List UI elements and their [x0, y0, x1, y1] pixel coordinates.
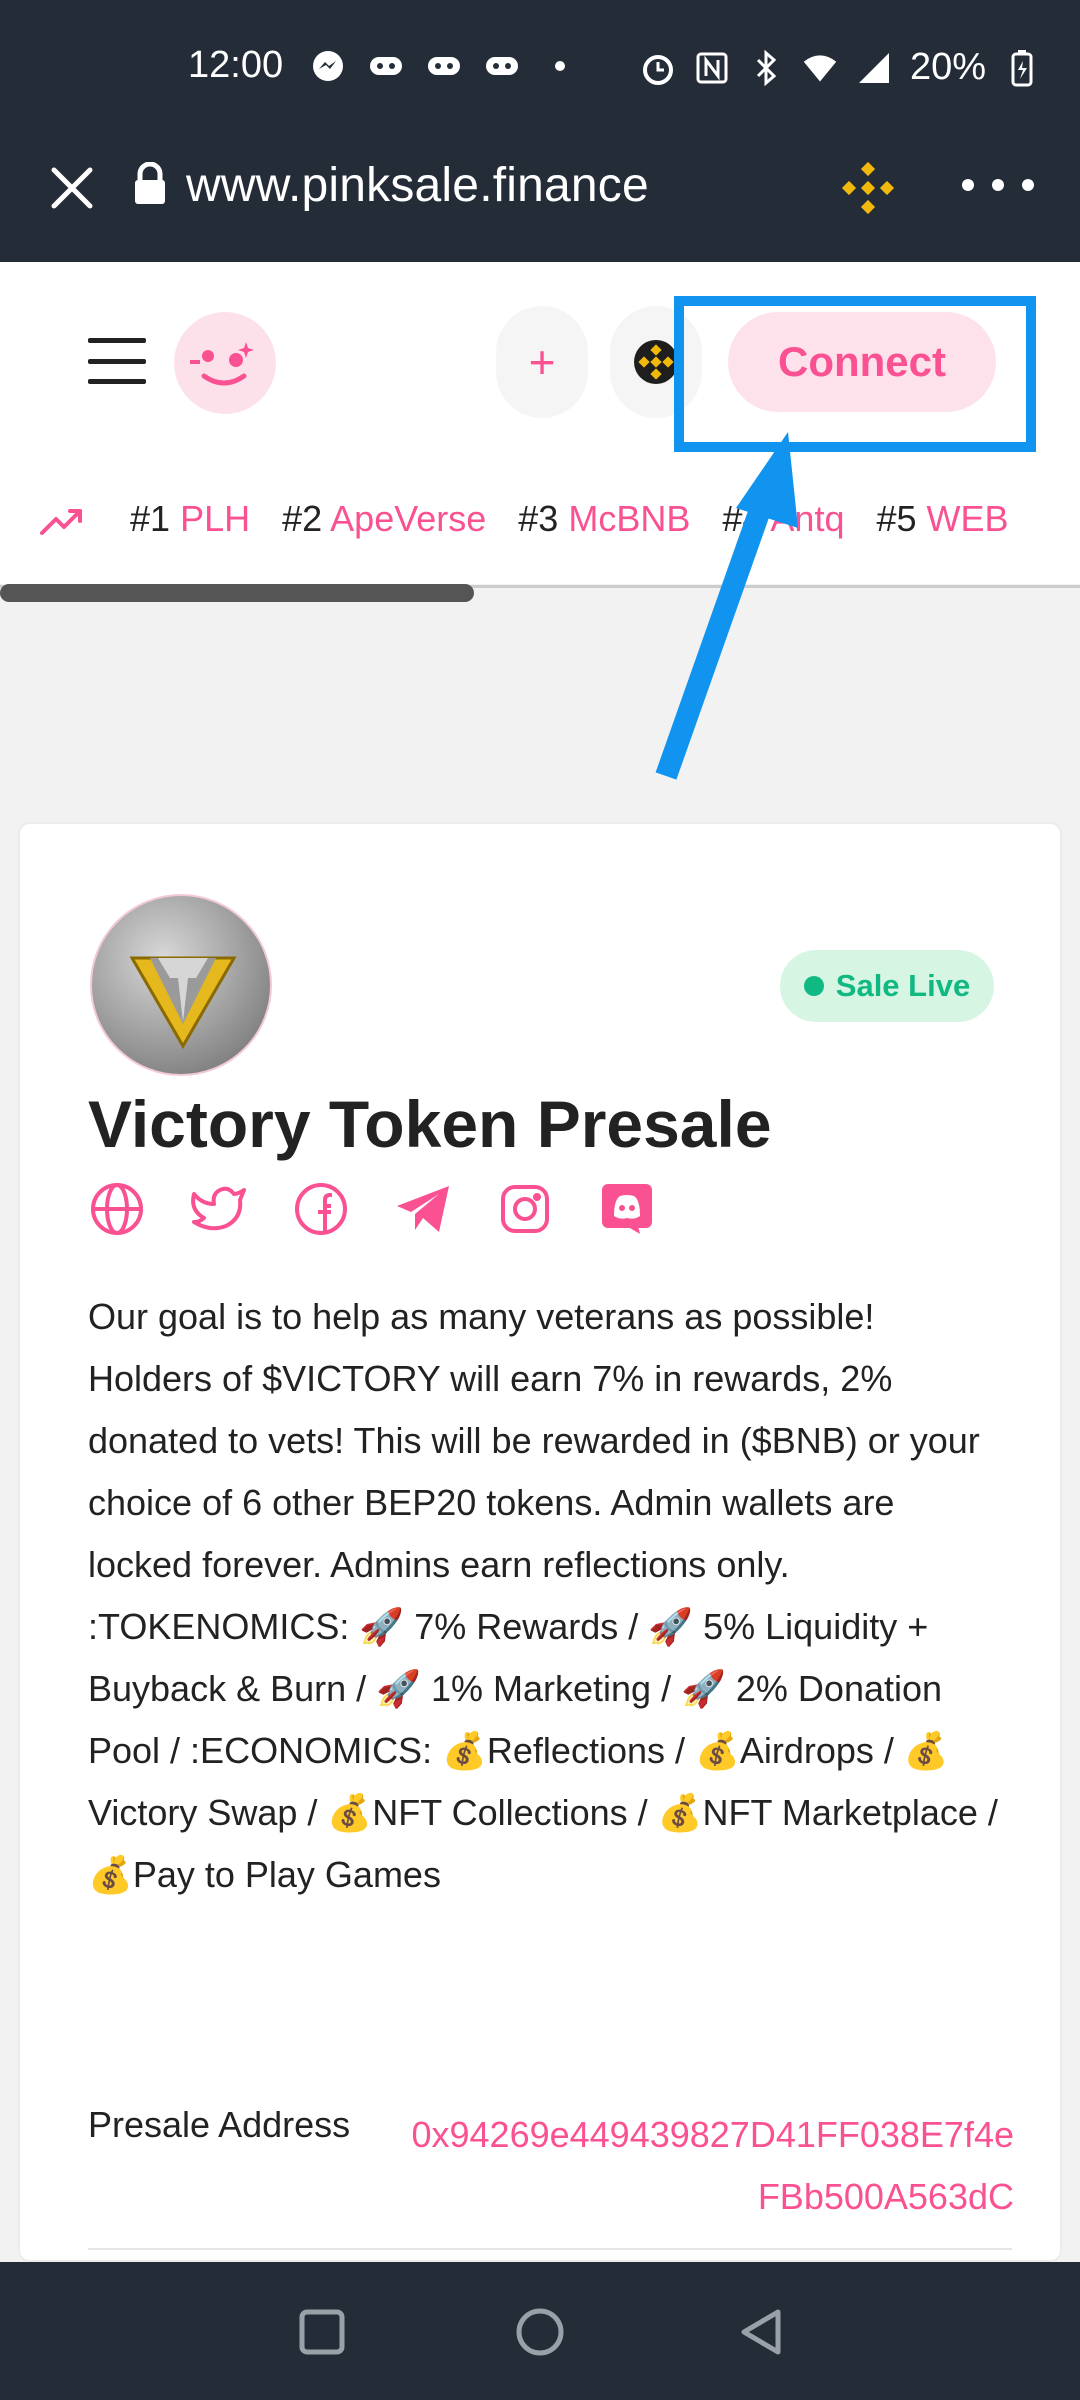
telegram-icon[interactable]	[394, 1180, 452, 1238]
notification-icons	[310, 48, 578, 84]
lock-icon	[132, 161, 168, 206]
twitter-icon[interactable]	[190, 1180, 248, 1238]
dot-icon	[542, 48, 578, 84]
sale-live-badge: Sale Live	[780, 950, 994, 1022]
facebook-icon[interactable]	[292, 1180, 350, 1238]
more-options-icon[interactable]	[962, 170, 1034, 200]
live-dot	[803, 976, 824, 996]
game-controller-icon	[484, 48, 520, 84]
trending-name: WEB	[926, 498, 1009, 539]
nfc-icon	[694, 50, 730, 86]
globe-icon[interactable]	[88, 1180, 146, 1238]
signal-icon	[856, 50, 892, 86]
pinksale-logo[interactable]	[174, 312, 276, 414]
battery-icon	[1004, 49, 1040, 86]
trending-name: ApeVerse	[330, 498, 487, 539]
trending-scrollbar[interactable]	[0, 584, 1080, 606]
trending-name: Antq	[770, 498, 845, 539]
battery-percent: 20%	[910, 46, 987, 88]
binance-icon[interactable]	[840, 160, 896, 216]
connect-highlight	[674, 296, 1036, 452]
social-links	[88, 1180, 656, 1238]
trending-rank: #1	[130, 498, 171, 539]
presale-address-label: Presale Address	[88, 2104, 351, 2145]
game-controller-icon	[368, 48, 404, 84]
divider	[88, 2248, 1012, 2250]
status-time: 12:00	[188, 44, 284, 86]
page-title: Victory Token Presale	[88, 1087, 772, 1161]
system-navigation-bar	[0, 2262, 1080, 2400]
add-button[interactable]: +	[496, 306, 588, 418]
trending-item[interactable]: #3 McBNB	[518, 498, 690, 540]
trending-item[interactable]: #5 WEB	[876, 498, 1008, 540]
trending-up-icon	[40, 504, 84, 535]
trending-rank: #5	[876, 498, 917, 539]
trending-item[interactable]: #4 Antq	[722, 498, 844, 540]
trending-name: PLH	[180, 498, 251, 539]
badge-label: Sale Live	[835, 968, 971, 1003]
trending-rank: #3	[518, 498, 559, 539]
trending-item[interactable]: #1 PLH	[130, 498, 250, 540]
trending-bar: #1 PLH #2 ApeVerse #3 McBNB #4 Antq #5 W…	[0, 458, 1080, 584]
messenger-icon	[310, 48, 346, 84]
url-address[interactable]: www.pinksale.finance	[186, 158, 649, 213]
status-bar: 12:00 20%	[0, 0, 1080, 130]
scrollbar-thumb[interactable]	[0, 584, 474, 602]
bluetooth-icon	[748, 49, 784, 86]
wifi-icon	[802, 50, 838, 86]
trending-name: McBNB	[568, 498, 691, 539]
recents-icon[interactable]	[294, 2304, 350, 2360]
alarm-icon	[640, 50, 676, 86]
browser-toolbar: www.pinksale.finance	[0, 130, 1080, 262]
close-icon[interactable]	[44, 160, 100, 216]
trending-item[interactable]: #2 ApeVerse	[282, 498, 486, 540]
back-icon[interactable]	[734, 2304, 790, 2360]
discord-icon[interactable]	[598, 1180, 656, 1238]
presale-address-link[interactable]: 0x94269e449439827D41FF038E7f4eFBb500A563…	[400, 2104, 1014, 2228]
presale-description: Our goal is to help as many veterans as …	[88, 1296, 998, 1895]
menu-icon[interactable]	[88, 338, 146, 384]
game-controller-icon	[426, 48, 462, 84]
trending-rank: #2	[282, 498, 323, 539]
token-logo	[90, 894, 272, 1076]
home-icon[interactable]	[512, 2304, 568, 2360]
presale-card: Sale Live Victory Token Presale Our goal…	[18, 822, 1062, 2262]
system-icons: 20%	[640, 46, 1040, 89]
instagram-icon[interactable]	[496, 1180, 554, 1238]
trending-rank: #4	[722, 498, 763, 539]
